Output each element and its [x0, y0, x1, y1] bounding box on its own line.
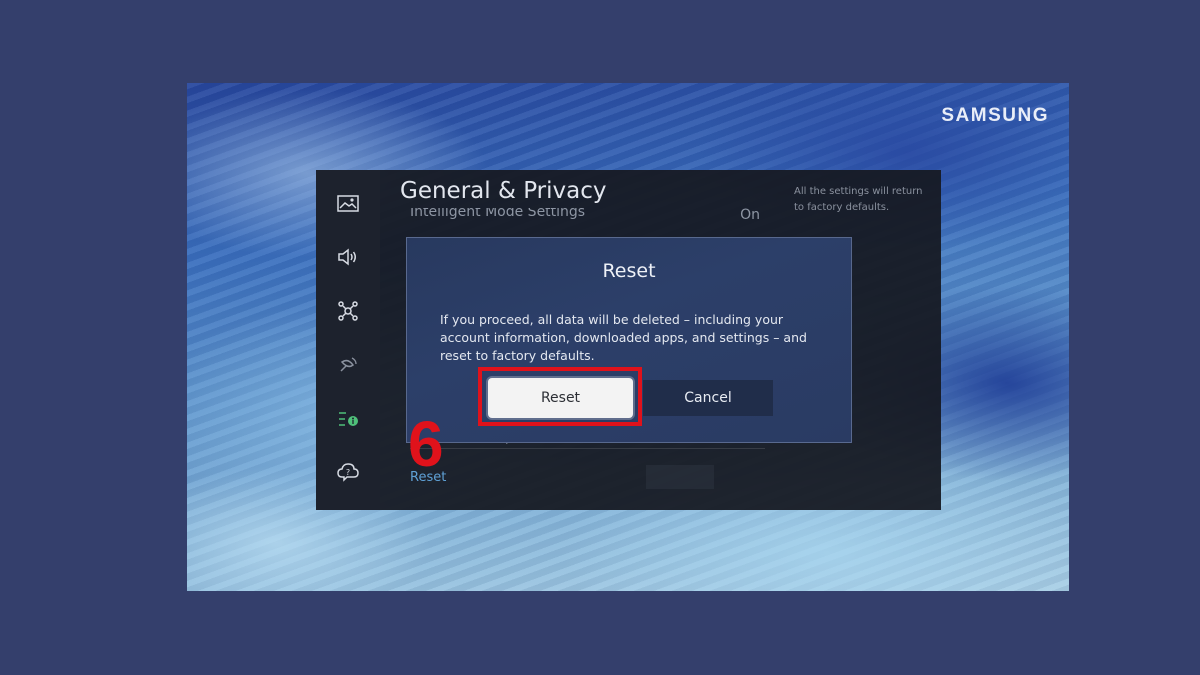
accessibility-icon[interactable]	[336, 407, 360, 431]
network-icon[interactable]	[336, 299, 360, 323]
samsung-logo: SAMSUNG	[941, 105, 1049, 126]
picture-icon[interactable]	[336, 192, 360, 216]
support-icon[interactable]: ?	[336, 460, 360, 484]
row-value: On	[740, 208, 760, 222]
broadcasting-icon[interactable]	[336, 353, 360, 377]
description-hint: All the settings will return to factory …	[794, 186, 923, 213]
sound-icon[interactable]	[336, 245, 360, 269]
step-number: 6	[408, 408, 444, 480]
dialog-message: If you proceed, all data will be deleted…	[440, 312, 807, 363]
row-highlight	[646, 465, 714, 489]
highlight-box	[478, 367, 642, 426]
cancel-button[interactable]: Cancel	[643, 380, 773, 416]
page-title: General & Privacy	[400, 178, 607, 204]
settings-sidebar: ?	[316, 170, 380, 510]
intelligent-mode-row[interactable]: Intelligent Mode Settings On	[410, 208, 760, 222]
svg-text:?: ?	[346, 468, 350, 477]
row-label: Intelligent Mode Settings	[410, 208, 586, 220]
dialog-title: Reset	[602, 260, 656, 282]
